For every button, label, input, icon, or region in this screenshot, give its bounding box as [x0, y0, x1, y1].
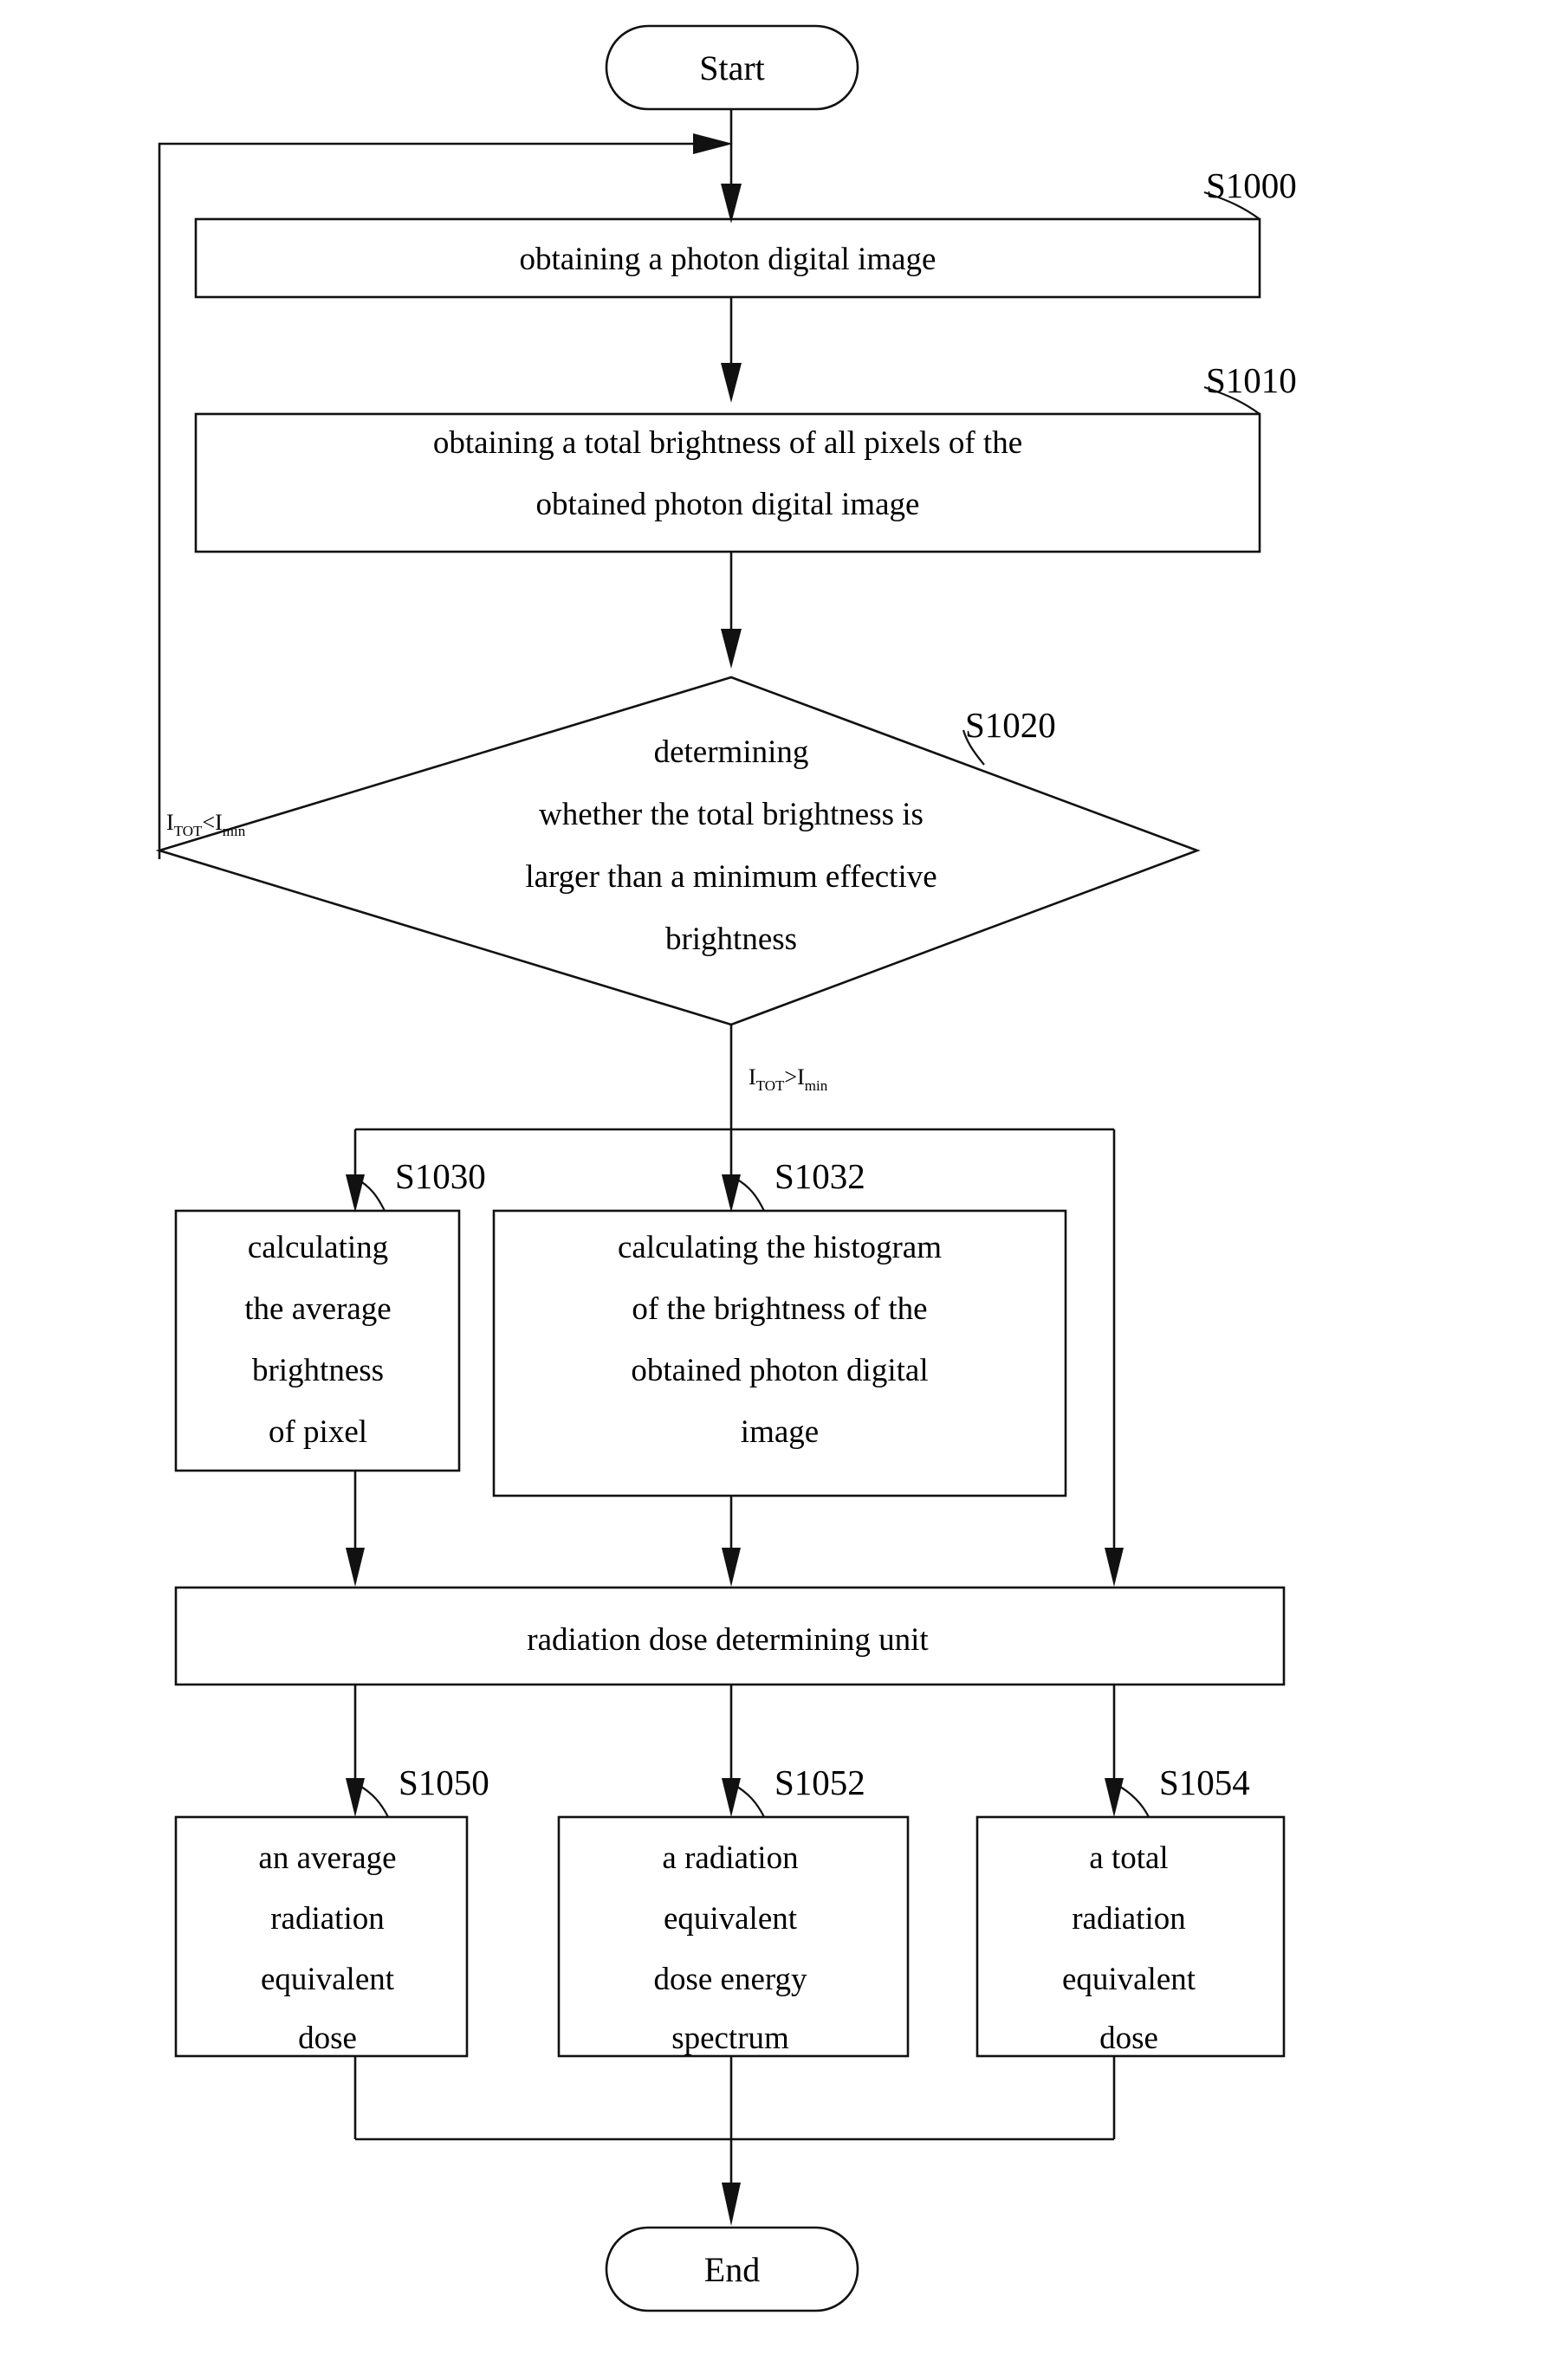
arrowhead-unit-to-s1050: [346, 1778, 365, 1817]
node-s1010-label-line-1: obtaining a total brightness of all pixe…: [433, 425, 1022, 461]
node-s1054-label-line-3: equivalent: [1062, 1962, 1196, 1997]
node-s1052-label-line-3: dose energy: [653, 1962, 807, 1997]
arrowhead-unit-to-s1054: [1105, 1778, 1124, 1817]
flowchart-canvas: Start obtaining a photon digital image o…: [0, 0, 1549, 2380]
node-s1030-label-line-4: of pixel: [269, 1414, 367, 1450]
node-radiation-dose-determining-unit-label: radiation dose determining unit: [527, 1622, 929, 1658]
arrowhead-unit-to-s1052: [722, 1778, 741, 1817]
arrowhead-start-to-s1000: [721, 184, 742, 223]
ref-label-s1054: S1054: [1159, 1762, 1250, 1802]
edge-label-yes-limit-sub: min: [805, 1077, 828, 1094]
node-s1020-label-line-4: brightness: [665, 922, 797, 957]
node-s1032-label-line-2: of the brightness of the: [632, 1291, 927, 1327]
node-s1054-label-line-4: dose: [1099, 2021, 1158, 2056]
ref-label-s1000: S1000: [1206, 165, 1297, 205]
node-s1054-label-line-2: radiation: [1072, 1901, 1186, 1937]
ref-label-s1010: S1010: [1206, 360, 1297, 400]
arrowhead-s1032-to-unit: [722, 1548, 741, 1587]
node-s1032-label-line-4: image: [741, 1414, 819, 1450]
arrowhead-s1030-to-unit: [346, 1548, 365, 1587]
node-s1030-label-line-1: calculating: [248, 1230, 388, 1265]
node-s1052-label-line-1: a radiation: [662, 1840, 798, 1876]
node-s1052-label-line-4: spectrum: [671, 2021, 789, 2056]
ref-label-s1052: S1052: [774, 1762, 865, 1802]
arrowhead-s1000-to-s1010: [721, 363, 742, 403]
arrowhead-branch-to-s1030: [346, 1174, 365, 1213]
edge-label-yes-var-sub: TOT: [756, 1077, 785, 1094]
edge-label-yes-branch: ITOT>Imin: [749, 1064, 828, 1094]
node-s1050-label-line-1: an average: [258, 1840, 396, 1876]
edge-label-no-limit: I: [215, 810, 223, 835]
ref-label-s1030: S1030: [395, 1156, 486, 1196]
node-s1050-label-line-3: equivalent: [261, 1962, 395, 1997]
edge-label-no-limit-sub: min: [223, 823, 246, 839]
ref-label-s1050: S1050: [399, 1762, 489, 1802]
node-s1052-label-line-2: equivalent: [664, 1901, 798, 1937]
node-start-label: Start: [699, 49, 765, 87]
arrowhead-merge-to-end: [722, 2183, 741, 2226]
edge-label-no-branch: ITOT<Imin: [166, 810, 246, 839]
arrowhead-branch-bypass-to-unit: [1105, 1548, 1124, 1587]
arrowhead-feedback-loop: [693, 133, 733, 154]
node-end-label: End: [704, 2250, 760, 2289]
edge-label-yes-op: >: [784, 1064, 797, 1090]
node-s1020-label-line-2: whether the total brightness is: [539, 797, 924, 832]
node-text-layer: Start obtaining a photon digital image o…: [244, 49, 1196, 2289]
edge-label-no-var: I: [166, 810, 174, 835]
edge-label-no-op: <: [202, 810, 215, 835]
leader-s1032: [734, 1177, 765, 1212]
node-s1020-label-line-1: determining: [654, 734, 809, 770]
edge-label-no-var-sub: TOT: [174, 823, 203, 839]
node-s1032-label-line-3: obtained photon digital: [631, 1353, 928, 1388]
flowchart-svg: Start obtaining a photon digital image o…: [155, 24, 1297, 2312]
node-s1030-label-line-3: brightness: [252, 1353, 384, 1388]
node-s1032-label-line-1: calculating the histogram: [618, 1230, 942, 1265]
node-s1054-label-line-1: a total: [1089, 1840, 1168, 1876]
arrowhead-s1010-to-s1020: [721, 629, 742, 669]
edge-label-yes-var: I: [749, 1064, 756, 1090]
ref-label-s1020: S1020: [965, 705, 1056, 745]
node-s1020-label-line-3: larger than a minimum effective: [525, 859, 937, 895]
edge-label-yes-limit: I: [797, 1064, 805, 1090]
node-s1000-label: obtaining a photon digital image: [520, 242, 937, 277]
node-s1050-label-line-4: dose: [298, 2021, 357, 2056]
node-s1030-label-line-2: the average: [244, 1291, 391, 1327]
node-s1010-label-line-2: obtained photon digital image: [536, 487, 920, 522]
ref-label-s1032: S1032: [774, 1156, 865, 1196]
node-s1050-label-line-2: radiation: [270, 1901, 385, 1937]
